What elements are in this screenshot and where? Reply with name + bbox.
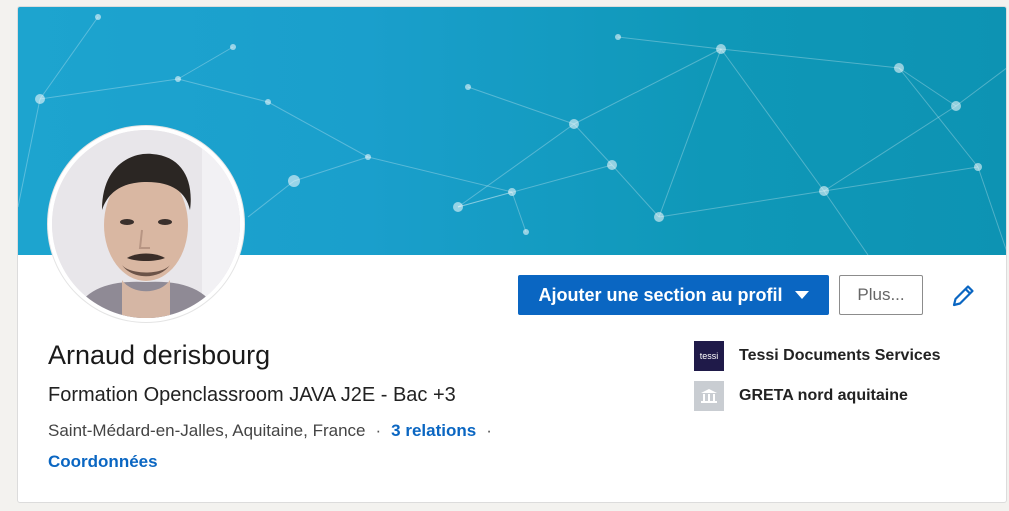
more-button-label: Plus... (857, 285, 905, 304)
organization-item[interactable]: tessi Tessi Documents Services (694, 341, 941, 371)
profile-location: Saint-Médard-en-Jalles, Aquitaine, Franc… (48, 421, 366, 440)
organization-name: Tessi Documents Services (739, 347, 941, 364)
add-profile-section-label: Ajouter une section au profil (538, 284, 783, 305)
pencil-icon[interactable] (949, 282, 977, 310)
avatar[interactable] (48, 126, 244, 322)
caret-down-icon (794, 291, 809, 299)
organization-item[interactable]: GRETA nord aquitaine (694, 381, 908, 411)
school-building-icon (694, 381, 724, 411)
profile-name: Arnaud derisbourg (48, 340, 271, 370)
tessi-logo-text: tessi (699, 351, 719, 361)
tessi-logo: tessi (694, 341, 724, 371)
profile-card: Ajouter une section au profil Plus... Ar… (17, 6, 1007, 503)
separator-dot: · (375, 421, 382, 440)
profile-photo[interactable] (52, 130, 240, 318)
profile-headline: Formation Openclassroom JAVA J2E - Bac +… (48, 384, 456, 406)
organization-name: GRETA nord aquitaine (739, 387, 908, 404)
add-profile-section-button[interactable]: Ajouter une section au profil (518, 275, 829, 315)
more-button[interactable]: Plus... (839, 275, 923, 315)
location-line: Saint-Médard-en-Jalles, Aquitaine, Franc… (48, 421, 502, 441)
contact-info-link[interactable]: Coordonnées (48, 452, 158, 472)
relations-link[interactable]: 3 relations (391, 421, 476, 441)
separator-dot: · (486, 421, 492, 440)
